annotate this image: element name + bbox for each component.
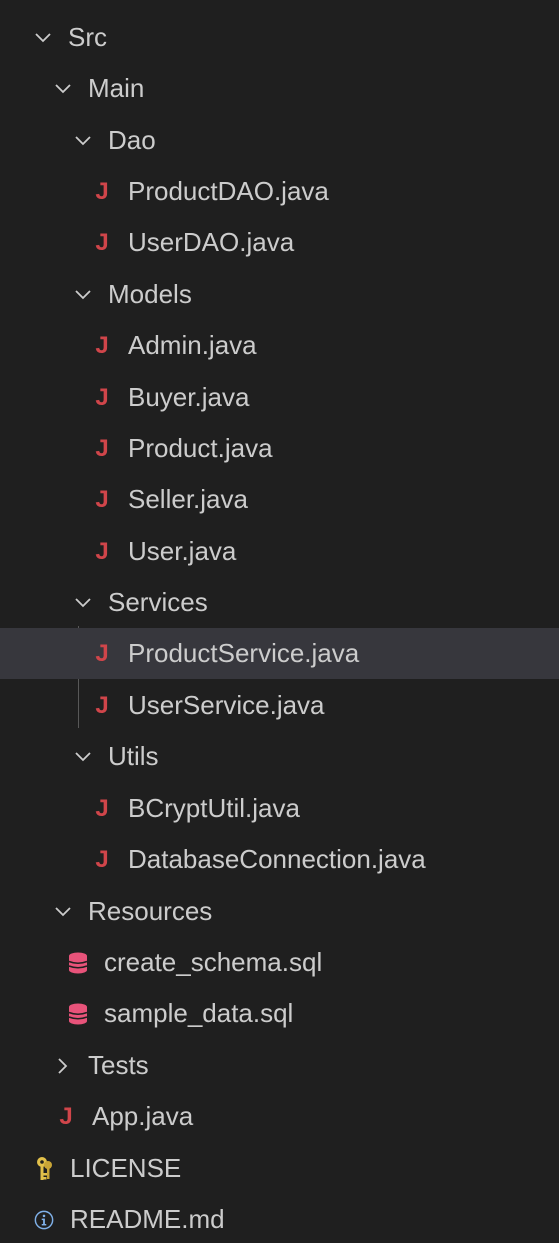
tree-file-create-schema[interactable]: create_schema.sql xyxy=(0,937,559,988)
tree-item-label: Seller.java xyxy=(128,484,248,514)
tree-folder-resources[interactable]: Resources xyxy=(0,886,559,937)
tree-file-app[interactable]: J App.java xyxy=(0,1091,559,1142)
tree-item-label: Src xyxy=(68,22,107,52)
file-explorer-tree: Src Main Dao J ProductDAO.java J UserDAO… xyxy=(0,0,559,1243)
tree-file-userdao[interactable]: J UserDAO.java xyxy=(0,217,559,268)
tree-item-label: Buyer.java xyxy=(128,382,250,412)
tree-file-productservice[interactable]: J ProductService.java xyxy=(0,628,559,679)
tree-folder-models[interactable]: Models xyxy=(0,269,559,320)
info-icon xyxy=(34,1209,54,1231)
tree-item-label: LICENSE xyxy=(70,1153,182,1183)
tree-item-label: ProductDAO.java xyxy=(128,176,329,206)
tree-folder-main[interactable]: Main xyxy=(0,63,559,114)
tree-file-user[interactable]: J User.java xyxy=(0,526,559,577)
tree-file-product[interactable]: J Product.java xyxy=(0,423,559,474)
chevron-down-icon xyxy=(72,284,94,306)
tree-item-label: ProductService.java xyxy=(128,638,360,668)
tree-folder-services[interactable]: Services xyxy=(0,577,559,628)
chevron-down-icon xyxy=(52,901,74,923)
chevron-down-icon xyxy=(72,130,94,152)
java-file-icon: J xyxy=(95,845,109,873)
tree-item-label: Admin.java xyxy=(128,330,257,360)
tree-item-label: UserDAO.java xyxy=(128,227,295,257)
tree-folder-dao[interactable]: Dao xyxy=(0,115,559,166)
tree-file-sample-data[interactable]: sample_data.sql xyxy=(0,988,559,1039)
key-icon xyxy=(34,1156,54,1182)
tree-item-label: create_schema.sql xyxy=(104,947,323,977)
chevron-down-icon xyxy=(52,78,74,100)
java-file-icon: J xyxy=(95,434,109,462)
tree-folder-tests[interactable]: Tests xyxy=(0,1040,559,1091)
chevron-right-icon xyxy=(52,1055,74,1077)
tree-item-label: App.java xyxy=(92,1101,194,1131)
tree-file-license[interactable]: LICENSE xyxy=(0,1143,559,1194)
java-file-icon: J xyxy=(95,794,109,822)
java-file-icon: J xyxy=(95,691,109,719)
java-file-icon: J xyxy=(59,1102,73,1130)
tree-item-label: DatabaseConnection.java xyxy=(128,844,426,874)
database-icon xyxy=(68,1003,88,1025)
tree-folder-src[interactable]: Src xyxy=(0,12,559,63)
tree-item-label: sample_data.sql xyxy=(104,998,294,1028)
java-file-icon: J xyxy=(95,177,109,205)
tree-item-label: Product.java xyxy=(128,433,273,463)
tree-item-label: Dao xyxy=(108,125,156,155)
tree-item-label: Services xyxy=(108,587,208,617)
chevron-down-icon xyxy=(32,27,54,49)
tree-file-admin[interactable]: J Admin.java xyxy=(0,320,559,371)
chevron-down-icon xyxy=(72,746,94,768)
tree-item-label: BCryptUtil.java xyxy=(128,793,300,823)
chevron-down-icon xyxy=(72,592,94,614)
tree-item-label: Models xyxy=(108,279,192,309)
tree-item-label: README.md xyxy=(70,1204,225,1234)
tree-item-label: Main xyxy=(88,73,145,103)
java-file-icon: J xyxy=(95,537,109,565)
tree-file-bcryptutil[interactable]: J BCryptUtil.java xyxy=(0,783,559,834)
tree-file-productdao[interactable]: J ProductDAO.java xyxy=(0,166,559,217)
tree-item-label: Tests xyxy=(88,1050,149,1080)
tree-file-databaseconnection[interactable]: J DatabaseConnection.java xyxy=(0,834,559,885)
tree-item-label: UserService.java xyxy=(128,690,325,720)
java-file-icon: J xyxy=(95,639,109,667)
java-file-icon: J xyxy=(95,228,109,256)
java-file-icon: J xyxy=(95,485,109,513)
tree-item-label: User.java xyxy=(128,536,237,566)
database-icon xyxy=(68,952,88,974)
tree-file-userservice[interactable]: J UserService.java xyxy=(0,680,559,731)
tree-file-readme[interactable]: README.md xyxy=(0,1194,559,1243)
tree-file-seller[interactable]: J Seller.java xyxy=(0,474,559,525)
tree-item-label: Utils xyxy=(108,741,159,771)
tree-folder-utils[interactable]: Utils xyxy=(0,731,559,782)
tree-item-label: Resources xyxy=(88,896,213,926)
java-file-icon: J xyxy=(95,331,109,359)
tree-file-buyer[interactable]: J Buyer.java xyxy=(0,372,559,423)
java-file-icon: J xyxy=(95,383,109,411)
